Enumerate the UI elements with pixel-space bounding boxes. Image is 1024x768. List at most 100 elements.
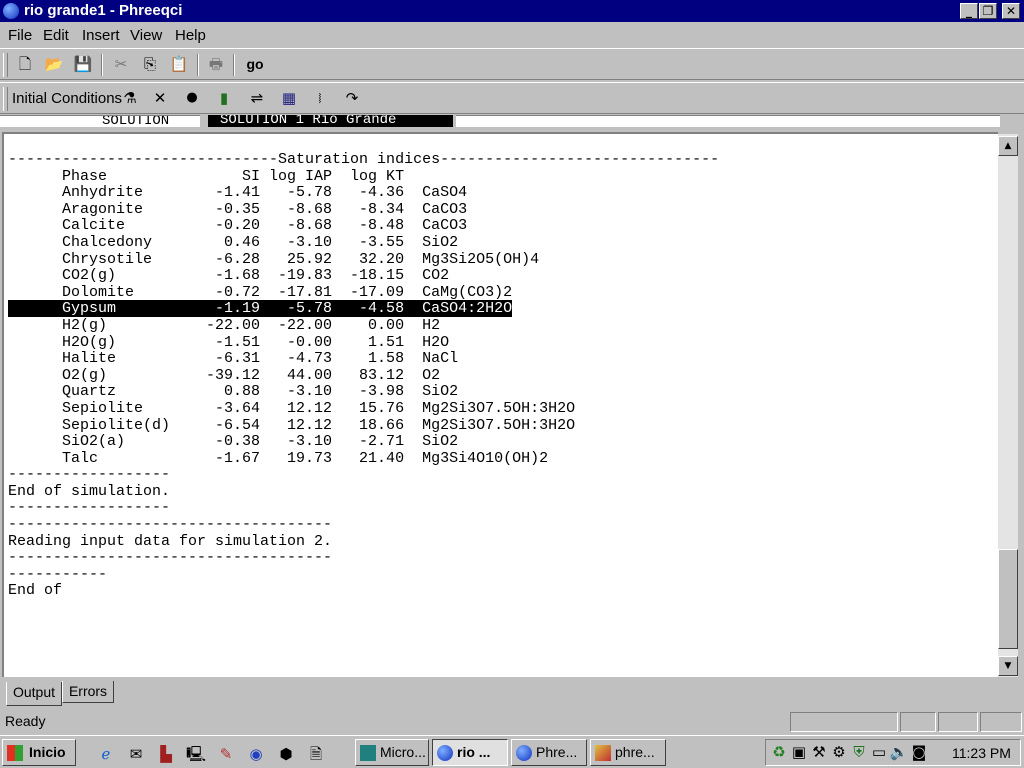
output-line[interactable]: H2(g) -22.00 -22.00 0.00 H2: [8, 317, 719, 335]
output-line[interactable]: H2O(g) -1.51 -0.00 1.51 H2O: [8, 334, 719, 352]
flask-icon[interactable]: ⚗: [119, 87, 141, 109]
taskbar: Inicio ℯ ✉ ▙ 🖳 ✎ ◉ ⬢ 🗎 Micro... rio ... …: [0, 735, 1024, 768]
go-button[interactable]: go: [242, 53, 268, 75]
output-panel[interactable]: ------------------------------Saturation…: [2, 132, 998, 677]
output-line[interactable]: O2(g) -39.12 44.00 83.12 O2: [8, 367, 719, 385]
open-folder-icon[interactable]: 📂: [43, 53, 65, 75]
start-button[interactable]: Inicio: [2, 739, 76, 766]
paste-icon[interactable]: 📋: [168, 53, 190, 75]
tray-volume-icon[interactable]: 🔈: [889, 742, 909, 762]
rotate-icon[interactable]: ↷: [341, 87, 363, 109]
box-icon[interactable]: ⬢: [276, 744, 296, 764]
save-icon[interactable]: 💾: [72, 53, 94, 75]
menu-bar: File Edit Insert View Help: [0, 24, 1024, 46]
status-pane: [790, 712, 898, 732]
tray-settings-icon[interactable]: ⚙: [829, 742, 849, 762]
status-text-pane: Ready: [2, 712, 786, 732]
dot-icon[interactable]: ●: [181, 87, 203, 109]
output-line[interactable]: Phase SI log IAP log KT: [8, 168, 719, 186]
output-line[interactable]: Aragonite -0.35 -8.68 -8.34 CaCO3: [8, 201, 719, 219]
paint-icon[interactable]: ✎: [216, 744, 236, 764]
standard-toolbar: 🗋 📂 💾 ✂ ⎘ 📋 🖶 go: [0, 48, 1024, 80]
task-phre-paint[interactable]: phre...: [590, 739, 666, 766]
output-line[interactable]: End of simulation.: [8, 483, 719, 501]
window-title: rio grande1 - Phreeqci: [24, 2, 183, 19]
initial-conditions-label[interactable]: Initial Conditions: [12, 90, 122, 107]
cross-icon[interactable]: ✕: [149, 87, 171, 109]
tray-security-icon[interactable]: ⛨: [849, 742, 869, 762]
scroll-thumb[interactable]: [998, 549, 1018, 649]
tree-panel-strip: SOLUTION SOLUTION 1 Rio Grande: [0, 115, 1024, 127]
app-icon[interactable]: [3, 3, 19, 19]
tray-app-icon[interactable]: ▣: [789, 742, 809, 762]
output-line[interactable]: Chalcedony 0.46 -3.10 -3.55 SiO2: [8, 234, 719, 252]
output-line[interactable]: Calcite -0.20 -8.68 -8.48 CaCO3: [8, 218, 719, 235]
toolbar-grip[interactable]: [3, 87, 8, 111]
output-line-selected[interactable]: Gypsum -1.19 -5.78 -4.58 CaSO4:2H2O: [8, 300, 719, 318]
clock[interactable]: 11:23 PM: [952, 745, 1011, 761]
tray-display-icon[interactable]: ◙: [909, 742, 929, 762]
tab-output[interactable]: Output: [6, 682, 62, 706]
scroll-down-button[interactable]: ▼: [998, 656, 1018, 676]
output-text[interactable]: ------------------------------Saturation…: [8, 151, 719, 600]
close-button[interactable]: ✕: [1002, 3, 1020, 19]
menu-view[interactable]: View: [130, 27, 162, 44]
tree-view[interactable]: SOLUTION: [0, 115, 200, 127]
output-line[interactable]: Talc -1.67 19.73 21.40 Mg3Si4O10(OH)2: [8, 450, 719, 468]
selection-highlight[interactable]: Gypsum -1.19 -5.78 -4.58 CaSO4:2H2O: [8, 300, 513, 318]
new-file-icon[interactable]: 🗋: [14, 53, 36, 75]
tree-selected-item[interactable]: SOLUTION 1 Rio Grande: [208, 115, 453, 127]
tray-network-icon[interactable]: ♻: [769, 742, 789, 762]
task-rio[interactable]: rio ...: [432, 739, 508, 766]
output-line[interactable]: Quartz 0.88 -3.10 -3.98 SiO2: [8, 384, 719, 401]
cut-icon[interactable]: ✂: [110, 53, 132, 75]
exchange-icon[interactable]: ⇌: [246, 87, 268, 109]
phreeqci-icon[interactable]: ◉: [246, 744, 266, 764]
vertical-scrollbar[interactable]: ▲ ▼: [998, 134, 1018, 677]
output-line[interactable]: End of: [8, 583, 719, 600]
output-line[interactable]: Dolomite -0.72 -17.81 -17.09 CaMg(CO3)2: [8, 284, 719, 302]
output-line[interactable]: ------------------: [8, 467, 719, 484]
tray-tool-icon[interactable]: ⚒: [809, 742, 829, 762]
input-editor-strip[interactable]: [456, 115, 1000, 127]
computer-icon[interactable]: 🖳: [186, 744, 206, 764]
output-line[interactable]: Sepiolite(d) -6.54 12.12 18.66 Mg2Si3O7.…: [8, 417, 719, 435]
menu-insert[interactable]: Insert: [82, 27, 120, 44]
menu-edit[interactable]: Edit: [43, 27, 69, 44]
ie-icon[interactable]: ℯ: [96, 744, 116, 764]
phreeqci-icon: [516, 745, 532, 761]
output-line[interactable]: ------------------------------------: [8, 550, 719, 567]
output-line[interactable]: Chrysotile -6.28 25.92 32.20 Mg3Si2O5(OH…: [8, 251, 719, 269]
output-line[interactable]: Sepiolite -3.64 12.12 15.76 Mg2Si3O7.5OH…: [8, 400, 719, 418]
output-line[interactable]: SiO2(a) -0.38 -3.10 -2.71 SiO2: [8, 433, 719, 451]
copy-icon[interactable]: ⎘: [139, 53, 161, 75]
task-micro[interactable]: Micro...: [355, 739, 429, 766]
window-icon: [360, 745, 376, 761]
output-line[interactable]: ------------------: [8, 500, 719, 517]
scroll-up-button[interactable]: ▲: [998, 136, 1018, 156]
document-icon[interactable]: 🗎: [306, 744, 326, 764]
restore-button[interactable]: ❐: [979, 3, 997, 19]
toolbar-grip[interactable]: [3, 53, 8, 77]
output-line[interactable]: ------------------------------Saturation…: [8, 151, 719, 169]
output-line[interactable]: Halite -6.31 -4.73 1.58 NaCl: [8, 351, 719, 368]
tab-errors[interactable]: Errors: [62, 681, 114, 703]
column-icon[interactable]: ⧘: [309, 87, 331, 109]
output-line[interactable]: -----------: [8, 566, 719, 584]
output-line[interactable]: CO2(g) -1.68 -19.83 -18.15 CO2: [8, 268, 719, 285]
test-tube-icon[interactable]: ▮: [213, 87, 235, 109]
task-phre[interactable]: Phre...: [511, 739, 587, 766]
output-line[interactable]: ------------------------------------: [8, 516, 719, 534]
tray-monitor-icon[interactable]: ▭: [869, 742, 889, 762]
output-line[interactable]: Anhydrite -1.41 -5.78 -4.36 CaSO4: [8, 185, 719, 202]
menu-file[interactable]: File: [8, 27, 32, 44]
print-icon[interactable]: 🖶: [205, 53, 227, 75]
tree-item-solution[interactable]: SOLUTION: [102, 116, 169, 127]
menu-help[interactable]: Help: [175, 27, 206, 44]
minimize-button[interactable]: _: [960, 3, 978, 19]
grid-icon[interactable]: ▦: [278, 87, 300, 109]
chart-app-icon[interactable]: ▙: [156, 744, 176, 764]
output-line[interactable]: Reading input data for simulation 2.: [8, 533, 719, 551]
phreeqci-icon: [437, 745, 453, 761]
outlook-icon[interactable]: ✉: [126, 744, 146, 764]
